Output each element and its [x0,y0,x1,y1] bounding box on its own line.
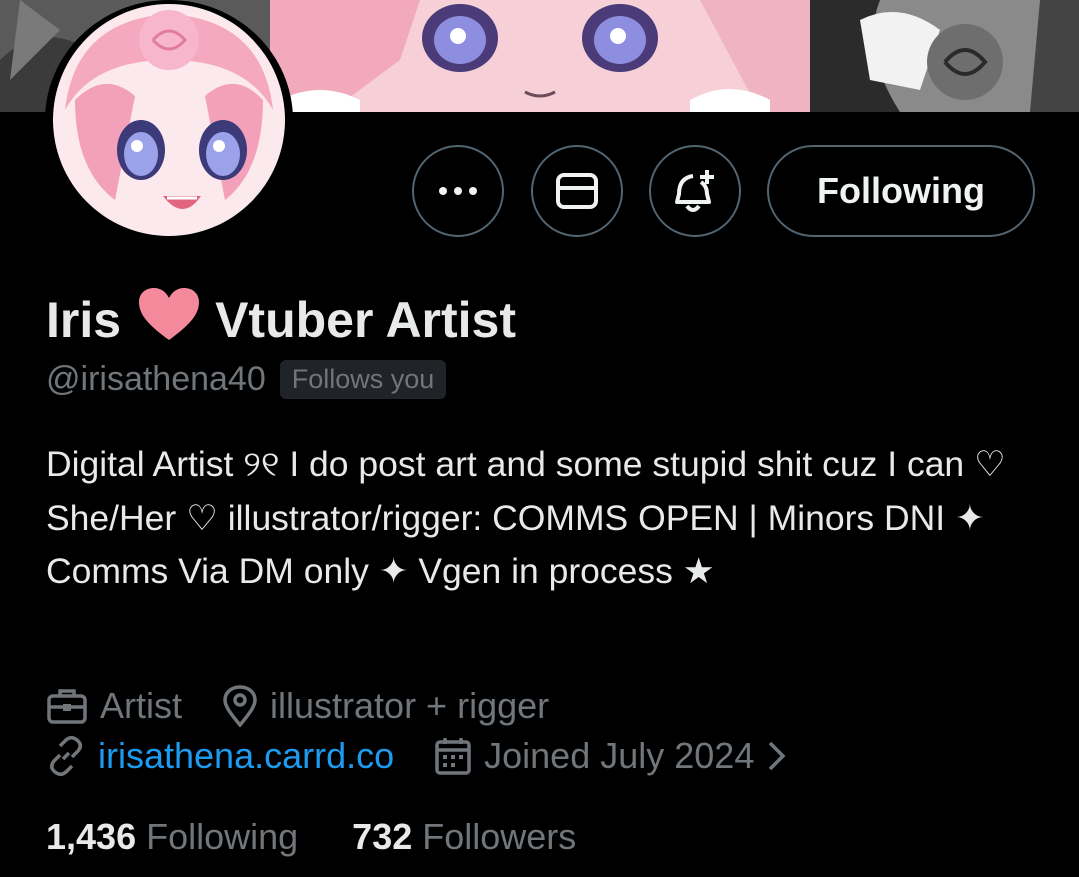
followers-stat[interactable]: 732 Followers [352,816,576,858]
profile-avatar[interactable] [45,0,293,240]
follow-stats: 1,436 Following 732 Followers [46,816,576,858]
heart-icon [137,286,201,354]
following-button[interactable]: Following [767,145,1035,237]
user-handle: @irisathena40 [46,360,266,398]
display-name: Iris Vtuber Artist [46,286,516,354]
message-button[interactable] [531,145,623,237]
bell-plus-icon [675,170,714,212]
display-name-first: Iris [46,292,122,348]
more-dots-icon [439,187,477,195]
following-stat[interactable]: 1,436 Following [46,816,298,858]
location-label: illustrator + rigger [270,685,550,726]
handle-row: @irisathena40 Follows you [46,360,447,399]
followers-stat-label: Followers [422,816,577,857]
website-link[interactable]: irisathena.carrd.co [98,735,394,777]
website-item[interactable]: irisathena.carrd.co [46,735,394,777]
display-name-second: Vtuber Artist [215,292,517,348]
followers-count: 732 [352,816,413,857]
joined-label: Joined July 2024 [484,735,755,776]
category-item: Artist [46,685,182,727]
profile-meta-row-1: Artist illustrator + rigger [46,685,549,727]
avatar-artwork [53,4,285,236]
follows-you-badge: Follows you [279,360,447,399]
location-pin-icon [223,685,257,727]
more-button[interactable] [412,145,504,237]
notify-button[interactable] [649,145,741,237]
envelope-icon [556,173,598,209]
following-stat-label: Following [146,816,299,857]
link-icon [50,736,82,776]
profile-meta-row-2: irisathena.carrd.co Joined July 2024 [46,735,802,777]
category-label: Artist [100,685,183,726]
joined-item[interactable]: Joined July 2024 [434,735,802,777]
profile-bio: Digital Artist ୨୧ I do post art and some… [46,444,1006,591]
calendar-icon [435,738,471,775]
location-item: illustrator + rigger [222,685,549,727]
following-count: 1,436 [46,816,137,857]
briefcase-icon [47,689,87,724]
chevron-right-icon [769,741,786,771]
